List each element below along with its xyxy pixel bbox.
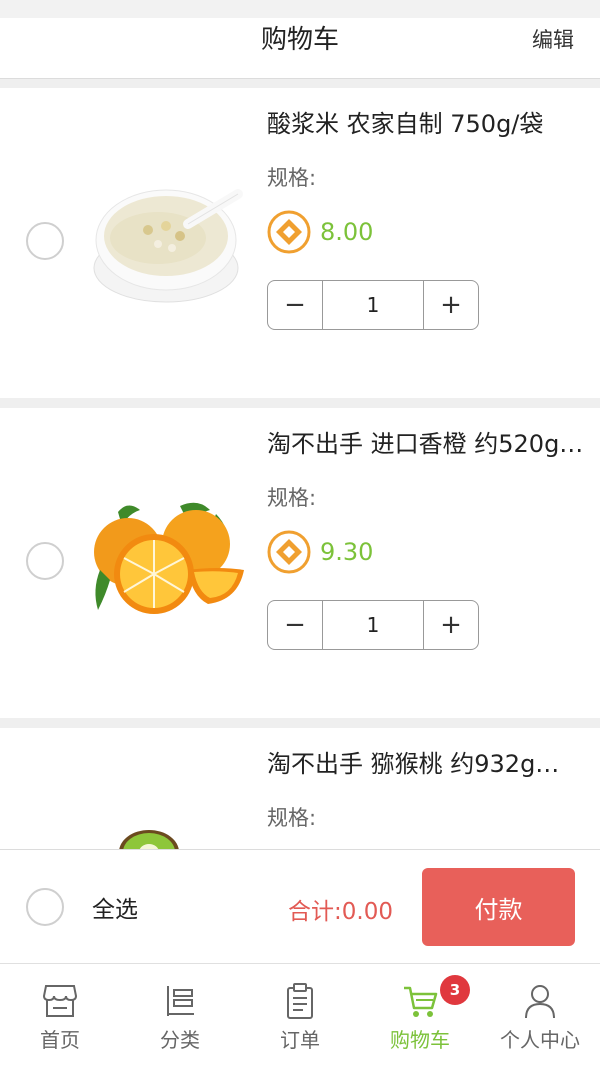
tab-category[interactable]: 分类 [120,964,240,1068]
coin-icon [267,530,311,574]
tab-home[interactable]: 首页 [0,964,120,1068]
select-all-radio[interactable] [26,888,64,926]
cart-item: 酸浆米 农家自制 750g/袋 规格: 8.00 − 1 + [0,88,600,398]
increase-button[interactable]: + [424,281,478,329]
increase-button[interactable]: + [424,601,478,649]
quantity-stepper: − 1 + [267,600,479,650]
cart-item: 淘不出手 进口香橙 约520g… 规格: 9.30 − 1 + [0,408,600,718]
quantity-value[interactable]: 1 [322,281,424,329]
decrease-button[interactable]: − [268,281,322,329]
tab-orders[interactable]: 订单 [240,964,360,1068]
cart-icon [404,986,438,1017]
status-bar [0,0,600,18]
bottom-tab-bar: 首页 分类 订单 购物车 个人中心 [0,963,600,1068]
spec-label: 规格: [267,486,317,510]
spec-label: 规格: [267,806,317,830]
pay-button[interactable]: 付款 [422,868,575,946]
product-name: 淘不出手 猕猴桃 约932g… [267,750,560,778]
tab-label: 个人中心 [500,1028,580,1052]
quantity-value[interactable]: 1 [322,601,424,649]
tab-profile[interactable]: 个人中心 [480,964,600,1068]
order-icon [287,983,313,1019]
store-icon [42,985,78,1017]
tab-label: 首页 [40,1028,80,1052]
coin-icon [267,210,311,254]
page-header: 购物车 编辑 [0,18,600,79]
spec-label: 规格: [267,166,317,190]
tab-label: 分类 [160,1028,200,1052]
tab-label: 订单 [280,1028,320,1052]
item-price: 8.00 [320,218,374,246]
user-icon [525,985,555,1019]
item-price: 9.30 [320,538,374,566]
edit-button[interactable]: 编辑 [532,18,574,62]
oranges-image [94,502,244,614]
checkout-bar: 全选 合计:0.00 付款 [0,849,600,964]
cart-count-badge: 3 [440,975,470,1005]
item-select-radio[interactable] [26,542,64,580]
select-all-label[interactable]: 全选 [92,890,138,924]
product-name: 酸浆米 农家自制 750g/袋 [267,110,544,138]
product-name: 淘不出手 进口香橙 约520g… [267,430,584,458]
category-icon [167,986,194,1016]
rice-porridge-image [93,189,243,303]
item-select-radio[interactable] [26,222,64,260]
decrease-button[interactable]: − [268,601,322,649]
tab-label: 购物车 [390,1028,450,1052]
page-title: 购物车 [260,25,339,55]
quantity-stepper: − 1 + [267,280,479,330]
total-amount: 合计:0.00 [288,899,393,925]
